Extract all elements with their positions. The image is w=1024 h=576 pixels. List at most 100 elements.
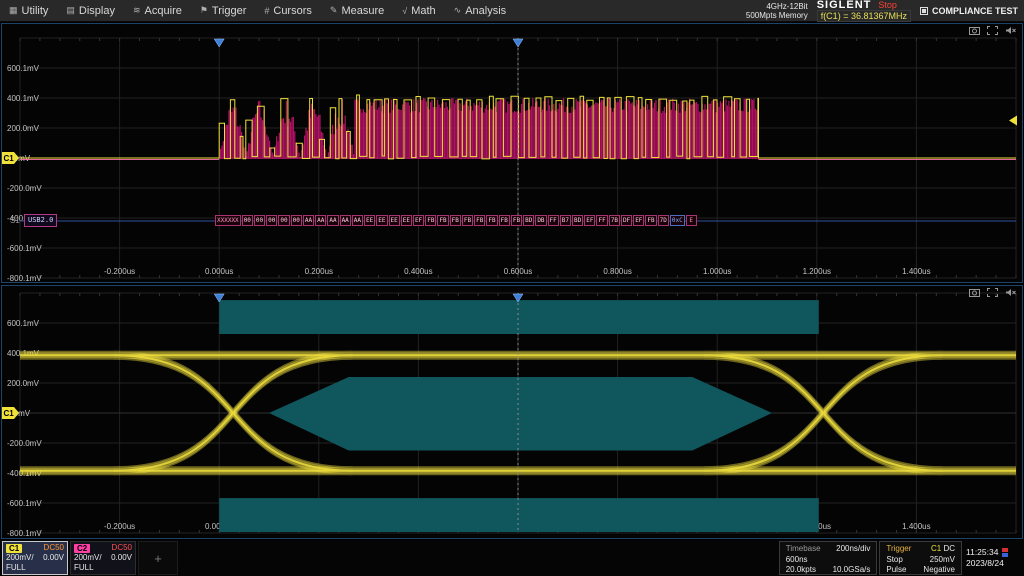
decode-byte: BD bbox=[572, 215, 583, 226]
expand-icon[interactable] bbox=[987, 26, 998, 35]
waveform-display[interactable]: 600.1mV400.1mV200.0mV0.0mV-200.0mV-400.1… bbox=[2, 24, 1022, 282]
trigger-mode: Pulse bbox=[886, 565, 911, 576]
decode-byte: FB bbox=[437, 215, 448, 226]
camera-icon[interactable] bbox=[969, 26, 980, 35]
network-status-icon bbox=[1001, 548, 1009, 558]
y-tick-label: 400.1mV bbox=[7, 94, 40, 103]
menu-label: Utility bbox=[22, 5, 49, 17]
menu-label: Cursors bbox=[273, 5, 312, 17]
channel-badge: C1 bbox=[6, 544, 22, 553]
decode-byte: EF bbox=[584, 215, 595, 226]
panel-corner-icons bbox=[969, 288, 1016, 297]
decode-prefix: XXXXXX bbox=[215, 215, 241, 226]
vertical-scale: 200mV/ bbox=[74, 553, 102, 563]
decode-byte: EE bbox=[401, 215, 412, 226]
menu-analysis[interactable]: ∿Analysis bbox=[445, 0, 516, 22]
plus-icon: + bbox=[154, 551, 162, 566]
timebase-scale: 200ns/div bbox=[833, 544, 871, 555]
x-tick-label: -0.200us bbox=[104, 522, 135, 531]
delay-position-marker[interactable] bbox=[513, 39, 523, 47]
decode-byte: AA bbox=[327, 215, 338, 226]
decode-byte: FB bbox=[425, 215, 436, 226]
mute-icon[interactable] bbox=[1005, 26, 1016, 35]
decode-byte: AA bbox=[340, 215, 351, 226]
decode-byte: 00 bbox=[266, 215, 277, 226]
decode-byte: 7D bbox=[658, 215, 669, 226]
coupling-value: DC50 bbox=[112, 543, 132, 553]
bandwidth: FULL bbox=[74, 563, 94, 573]
add-channel-button[interactable]: + bbox=[138, 541, 178, 575]
compliance-test-button[interactable]: COMPLIANCE TEST bbox=[920, 6, 1018, 16]
timebase-delay: 600ns bbox=[786, 555, 821, 566]
decode-byte: DB bbox=[535, 215, 546, 226]
cursors-icon: # bbox=[264, 6, 269, 16]
decode-byte: EE bbox=[389, 215, 400, 226]
timebase-box[interactable]: Timebase 200ns/div 600ns 20.0kpts 10.0GS… bbox=[779, 541, 878, 575]
clock[interactable]: 11:25:34 2023/8/24 bbox=[964, 541, 1022, 575]
vertical-offset: 0.00V bbox=[43, 553, 64, 563]
x-tick-label: -0.200us bbox=[104, 267, 135, 276]
menu-label: Analysis bbox=[465, 5, 506, 17]
decode-byte: FB bbox=[511, 215, 522, 226]
date: 2023/8/24 bbox=[966, 558, 1020, 569]
measure-icon: ✎ bbox=[330, 5, 338, 16]
eye-diagram-display[interactable]: 600.1mV400.1mV200.0mV0.0mV-200.0mV-400.1… bbox=[2, 286, 1022, 538]
eye-diagram-panel[interactable]: 600.1mV400.1mV200.0mV0.0mV-200.0mV-400.1… bbox=[1, 285, 1023, 539]
c2-waveform bbox=[219, 98, 758, 159]
decode-crc: 0xC bbox=[670, 215, 685, 226]
y-tick-label: -800.1mV bbox=[7, 274, 42, 282]
eye-mask-hexagon bbox=[269, 377, 772, 451]
trigger-position-marker[interactable] bbox=[214, 39, 224, 47]
eye-mask-rect-bottom bbox=[219, 498, 819, 532]
display-icon: ▤ bbox=[66, 5, 75, 16]
x-tick-label: 0.800us bbox=[603, 267, 631, 276]
acq-line2: 500Mpts Memory bbox=[746, 11, 808, 20]
y-tick-label: 200.0mV bbox=[7, 379, 40, 388]
vertical-scale: 200mV/ bbox=[6, 553, 34, 563]
expand-icon[interactable] bbox=[987, 288, 998, 297]
acquisition-info: 4GHz-12Bit 500Mpts Memory bbox=[746, 2, 808, 20]
trigger-level: 250mV bbox=[923, 555, 955, 566]
coupling-value: DC50 bbox=[44, 543, 64, 553]
brand-logo: SIGLENT bbox=[817, 0, 872, 10]
acquire-icon: ≋ bbox=[133, 5, 141, 16]
waveform-panel[interactable]: 600.1mV400.1mV200.0mV0.0mV-200.0mV-400.1… bbox=[1, 23, 1023, 283]
trigger-box[interactable]: Trigger C1 DC Stop 250mV Pulse Negative bbox=[879, 541, 962, 575]
decode-byte: FF bbox=[596, 215, 607, 226]
mute-icon[interactable] bbox=[1005, 288, 1016, 297]
channel-box-c1[interactable]: C1 DC50 200mV/0.00V FULL bbox=[2, 541, 68, 575]
time: 11:25:34 bbox=[966, 547, 998, 558]
menu-math[interactable]: √Math bbox=[393, 0, 444, 22]
menu-label: Math bbox=[411, 5, 435, 17]
decode-byte: FF bbox=[548, 215, 559, 226]
status-bar: C1DC50200mV/0.00VFULLC2DC50200mV/0.00VFU… bbox=[0, 540, 1024, 576]
frequency-readout: f(C1) = 36.81367MHz bbox=[817, 10, 911, 22]
menubar: ▦Utility▤Display≋Acquire⚑Trigger # Cursors… bbox=[0, 0, 1024, 22]
compliance-icon bbox=[920, 7, 928, 15]
eye-mask-rect-top bbox=[219, 300, 819, 334]
x-tick-label: 0.000us bbox=[205, 267, 233, 276]
run-state[interactable]: Stop bbox=[878, 0, 897, 10]
menu-cursors[interactable]: # Cursors bbox=[255, 0, 321, 22]
menu-utility[interactable]: ▦Utility bbox=[0, 0, 57, 22]
channel-box-c2[interactable]: C2DC50200mV/0.00VFULL bbox=[70, 541, 136, 575]
timebase-points: 20.0kpts bbox=[786, 565, 821, 576]
decode-bytes: XXXXXX0000000000AAAAAAAAAAEEEEEEEEEFFBFB… bbox=[215, 215, 697, 226]
menu-display[interactable]: ▤Display bbox=[57, 0, 124, 22]
y-tick-label: -800.1mV bbox=[7, 529, 42, 538]
decode-byte: FB bbox=[474, 215, 485, 226]
menu-measure[interactable]: ✎Measure bbox=[321, 0, 393, 22]
svg-text:C1: C1 bbox=[4, 154, 15, 163]
y-tick-label: 600.1mV bbox=[7, 319, 40, 328]
decode-byte: EF bbox=[413, 215, 424, 226]
menu-acquire[interactable]: ≋Acquire bbox=[124, 0, 191, 22]
camera-icon[interactable] bbox=[969, 288, 980, 297]
menu-trigger[interactable]: ⚑Trigger bbox=[191, 0, 256, 22]
trigger-flag-icon: ⚑ bbox=[200, 5, 208, 16]
acq-line1: 4GHz-12Bit bbox=[746, 2, 808, 11]
x-tick-label: 1.400us bbox=[902, 267, 930, 276]
trigger-level-marker[interactable] bbox=[1009, 116, 1017, 126]
decode-end: E bbox=[686, 215, 697, 226]
bandwidth: FULL bbox=[6, 563, 26, 573]
bus-name[interactable]: USB2.0 bbox=[24, 214, 57, 227]
